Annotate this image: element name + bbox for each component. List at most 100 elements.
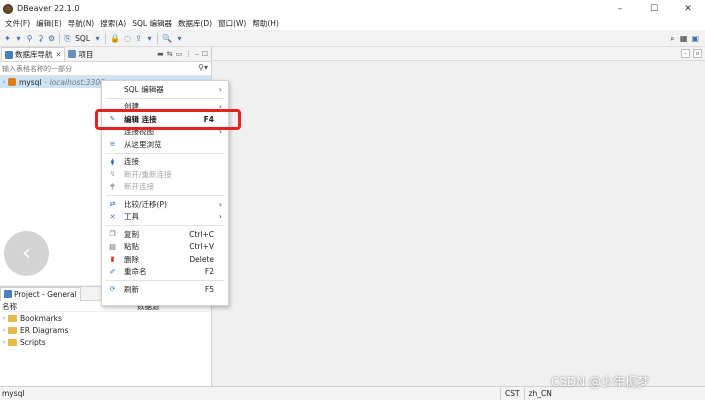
editor-tabbar: – ▫ — [213, 47, 705, 61]
editor-area: – ▫ — [213, 47, 705, 386]
tree-item-label: Bookmarks — [20, 313, 62, 323]
dropdown-arrow-icon[interactable]: ▾ — [92, 32, 103, 45]
menu-item-sql-editor[interactable]: SQL 编辑器 › — [102, 83, 228, 96]
tab-label: 项目 — [78, 49, 94, 59]
minimize-button[interactable]: – — [603, 0, 637, 17]
menu-help[interactable]: 帮助(H) — [249, 18, 282, 29]
new-folder-icon[interactable]: ▭ — [176, 50, 183, 58]
disconnect-icon[interactable]: ⚳ — [35, 32, 46, 45]
shortcut-delete: Delete — [189, 254, 214, 264]
back-arrow-icon[interactable]: ‹ — [4, 231, 49, 276]
sql-editor-icon[interactable]: ⎘ — [62, 32, 73, 45]
dbeaver-perspective-icon[interactable]: ▣ — [689, 32, 701, 45]
menu-item-delete[interactable]: ▮ 删除 Delete — [102, 253, 228, 266]
tab-projects[interactable]: 项目 — [65, 47, 96, 61]
lock-icon[interactable]: 🔒 — [108, 32, 122, 45]
minimize-view-icon[interactable]: – — [195, 50, 199, 58]
view-menu-icon[interactable]: ⋮ — [185, 50, 192, 58]
folder-icon — [8, 314, 17, 322]
window-title: DBeaver 22.1.0 — [17, 4, 80, 13]
menu-item-refresh[interactable]: ⟳ 刷新 F5 — [102, 283, 228, 296]
sql-button[interactable]: SQL — [73, 32, 92, 45]
menu-item-paste[interactable]: ▤ 粘贴 Ctrl+V — [102, 241, 228, 254]
menu-item-tools[interactable]: ✕ 工具 › — [102, 211, 228, 224]
folder-icon — [8, 338, 17, 346]
connect-icon[interactable]: ⚲ — [24, 32, 35, 45]
status-timezone: CST — [500, 387, 524, 400]
link-icon[interactable]: ⇆ — [167, 50, 173, 58]
commit-icon[interactable]: ⇪ — [133, 32, 144, 45]
menu-separator — [106, 225, 224, 226]
toolbar-right: ⌕ ▦ ▣ — [667, 32, 701, 45]
maximize-view-icon[interactable]: ☐ — [202, 50, 208, 58]
new-connection-icon[interactable]: ✦ — [2, 32, 13, 45]
shortcut-ctrl-v: Ctrl+V — [189, 242, 214, 252]
tree-item-er-diagrams[interactable]: › ER Diagrams — [0, 324, 211, 336]
watermark: CSDN @少年栀梦 — [551, 375, 650, 389]
menu-sql-editor[interactable]: SQL 编辑器 — [129, 18, 175, 29]
table-filter-input[interactable] — [0, 62, 180, 75]
menu-separator — [106, 280, 224, 281]
navigator-tabbar: 数据库导航 ✕ 项目 ▬ ⇆ ▭ ⋮ – ☐ — [0, 47, 211, 62]
menu-database[interactable]: 数据库(D) — [175, 18, 215, 29]
close-button[interactable]: ✕ — [671, 0, 705, 17]
dropdown-arrow-icon[interactable]: ▾ — [174, 32, 185, 45]
perspective-icon[interactable]: ▦ — [678, 32, 690, 45]
menu-item-compare-migrate[interactable]: ⇄ 比较/迁移(P) › — [102, 198, 228, 211]
tree-item-sublabel: - localhost:3306 — [44, 77, 105, 87]
tools-icon: ✕ — [109, 212, 116, 221]
toolbar-separator — [105, 33, 107, 44]
menu-item-disconnect[interactable]: ⧪ 断开连接 — [102, 181, 228, 194]
menu-item-reconnect[interactable]: ↯ 断开/重新连接 — [102, 168, 228, 181]
menu-search[interactable]: 搜索(A) — [97, 18, 129, 29]
menu-window[interactable]: 窗口(W) — [215, 18, 249, 29]
database-navigator-icon — [5, 50, 13, 59]
tree-item-bookmarks[interactable]: › Bookmarks — [0, 312, 211, 324]
editor-controls: – ▫ — [681, 49, 702, 58]
minimize-editor-icon[interactable]: – — [681, 49, 690, 58]
wrench-icon[interactable]: ⚙ — [46, 32, 57, 45]
tree-item-label: ER Diagrams — [20, 325, 69, 335]
title-bar: DBeaver 22.1.0 – ☐ ✕ — [0, 0, 705, 17]
menu-item-connect[interactable]: ⧫ 连接 — [102, 156, 228, 169]
dropdown-arrow-icon[interactable]: ▾ — [13, 32, 24, 45]
window-controls: – ☐ ✕ — [603, 0, 705, 17]
maximize-editor-icon[interactable]: ▫ — [693, 49, 702, 58]
refresh-icon: ⟳ — [109, 285, 116, 294]
toolbar-separator — [156, 33, 158, 44]
maximize-button[interactable]: ☐ — [637, 0, 671, 17]
transaction-icon[interactable]: ◌ — [122, 32, 133, 45]
menu-navigate[interactable]: 导航(N) — [65, 18, 97, 29]
chevron-right-icon[interactable]: › — [0, 326, 8, 334]
chevron-right-icon[interactable]: › — [0, 314, 8, 322]
tab-label: 数据库导航 — [15, 50, 53, 59]
folder-icon — [8, 326, 17, 334]
chevron-right-icon: › — [218, 84, 222, 94]
shortcut-f2: F2 — [204, 267, 214, 277]
close-icon[interactable]: ✕ — [56, 51, 62, 59]
menu-file[interactable]: 文件(F) — [2, 18, 33, 29]
collapse-icon[interactable]: ▬ — [157, 50, 164, 58]
status-selection: mysql — [2, 389, 25, 398]
dropdown-arrow-icon[interactable]: ▾ — [144, 32, 155, 45]
chevron-right-icon: › — [218, 199, 222, 209]
filter-row: ⚲▾ — [0, 62, 211, 76]
menu-item-browse-from-here[interactable]: ≡ 从这里浏览 — [102, 138, 228, 151]
search-tool-icon[interactable]: 🔍 — [160, 32, 174, 45]
tree-item-scripts[interactable]: › Scripts — [0, 336, 211, 348]
menu-item-rename[interactable]: ✐ 重命名 F2 — [102, 266, 228, 279]
search-icon[interactable]: ⌕ — [667, 32, 678, 45]
filter-icon[interactable]: ⚲▾ — [198, 63, 208, 72]
navigator-tools: ▬ ⇆ ▭ ⋮ – ☐ — [157, 50, 208, 58]
chevron-right-icon[interactable]: › — [0, 338, 8, 346]
menu-edit[interactable]: 编辑(E) — [33, 18, 65, 29]
menu-item-copy[interactable]: ❐ 复制 Ctrl+C — [102, 228, 228, 241]
chevron-right-icon[interactable]: › — [0, 78, 8, 86]
dbeaver-logo-icon — [3, 3, 13, 14]
rename-icon: ✐ — [109, 267, 116, 276]
tab-database-navigator[interactable]: 数据库导航 ✕ — [1, 47, 66, 61]
tab-project-general[interactable]: Project - General — [0, 286, 81, 301]
plug-connect-icon: ⧫ — [110, 157, 115, 166]
compare-icon: ⇄ — [109, 200, 116, 209]
delete-icon: ▮ — [110, 255, 115, 264]
